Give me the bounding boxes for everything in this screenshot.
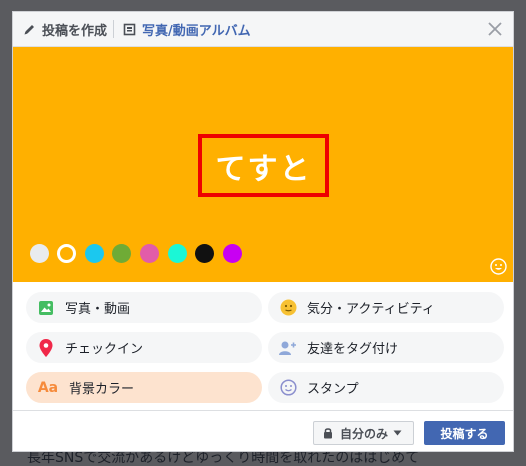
composer-options: 写真・動画 気分・アクティビティ チェックイン 友達をタグ付け Aa 背景カラー [13,282,513,410]
option-label: 背景カラー [69,382,135,397]
color-swatch[interactable] [195,244,214,263]
option-label: チェックイン [65,342,144,357]
post-background-canvas[interactable]: てすと [13,47,513,282]
option-tag-friends[interactable]: 友達をタグ付け [268,332,504,363]
post-text-highlight: てすと [198,134,329,197]
dialog-footer: 自分のみ 投稿する [13,410,513,451]
option-background-color[interactable]: Aa 背景カラー [26,372,262,403]
option-label: 友達をタグ付け [307,342,399,357]
sticker-icon [279,379,297,397]
dialog-header: 投稿を作成 写真/動画アルバム [13,12,513,47]
tag-friends-icon [279,339,297,357]
background-color-icon: Aa [37,379,59,396]
color-swatch[interactable] [223,244,242,263]
feeling-icon [279,299,297,317]
color-swatch[interactable] [30,244,49,263]
chevron-down-icon [393,430,402,436]
post-text[interactable]: てすと [216,144,312,188]
option-label: 気分・アクティビティ [307,302,435,317]
option-label: スタンプ [307,382,359,397]
color-swatch[interactable] [57,244,76,263]
tab-photo-album[interactable]: 写真/動画アルバム [123,12,251,46]
privacy-selector[interactable]: 自分のみ [313,421,414,445]
option-feeling-activity[interactable]: 気分・アクティビティ [268,292,504,323]
color-swatch[interactable] [85,244,104,263]
album-icon [123,23,136,36]
option-label: 写真・動画 [65,302,131,317]
color-swatch[interactable] [112,244,131,263]
photo-icon [37,299,55,317]
tab-create-post-label: 投稿を作成 [42,23,108,39]
color-swatch[interactable] [168,244,187,263]
option-photo-video[interactable]: 写真・動画 [26,292,262,323]
privacy-label: 自分のみ [340,426,389,441]
emoji-icon[interactable] [490,258,507,275]
tab-divider [113,20,114,38]
option-checkin[interactable]: チェックイン [26,332,262,363]
create-post-dialog: 投稿を作成 写真/動画アルバム てすと 写真・動画 気分・アクティビティ チェッ… [12,11,514,452]
tab-photo-album-label: 写真/動画アルバム [142,23,251,39]
lock-icon [323,427,333,439]
background-post-text: 長年SNSで交流があるけどゆっくり時間を取れたのははじめて [27,450,420,466]
location-pin-icon [37,338,55,357]
color-swatch[interactable] [140,244,159,263]
post-submit-button[interactable]: 投稿する [424,421,505,445]
tab-create-post[interactable]: 投稿を作成 [23,12,107,46]
pencil-icon [23,23,36,36]
close-icon[interactable] [487,21,503,37]
option-sticker[interactable]: スタンプ [268,372,504,403]
